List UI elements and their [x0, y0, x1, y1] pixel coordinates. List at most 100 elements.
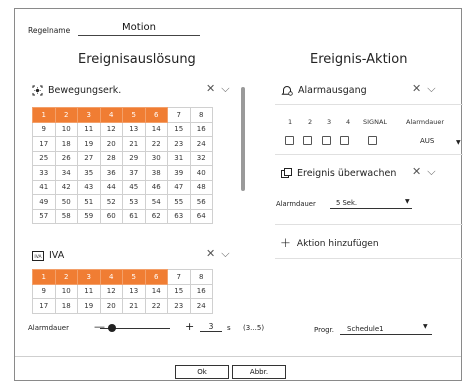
motion-channel-12[interactable]: 12 [99, 121, 123, 137]
iva-channel-18[interactable]: 18 [54, 298, 78, 314]
motion-channel-59[interactable]: 59 [77, 208, 101, 224]
motion-channel-56[interactable]: 56 [189, 194, 213, 210]
motion-channel-7[interactable]: 7 [167, 107, 191, 123]
motion-channel-14[interactable]: 14 [144, 121, 168, 137]
motion-channel-27[interactable]: 27 [77, 150, 101, 166]
motion-channel-63[interactable]: 63 [167, 208, 191, 224]
motion-channel-4[interactable]: 4 [99, 107, 123, 123]
motion-channel-18[interactable]: 18 [54, 136, 78, 152]
motion-channel-38[interactable]: 38 [144, 165, 168, 181]
motion-channel-43[interactable]: 43 [77, 179, 101, 195]
motion-channel-30[interactable]: 30 [144, 150, 168, 166]
iva-channel-6[interactable]: 6 [144, 269, 168, 285]
iva-channel-11[interactable]: 11 [77, 283, 101, 299]
motion-channel-37[interactable]: 37 [122, 165, 146, 181]
motion-channel-58[interactable]: 58 [54, 208, 78, 224]
motion-channel-23[interactable]: 23 [167, 136, 191, 152]
slider-knob[interactable] [108, 324, 116, 332]
motion-channel-50[interactable]: 50 [54, 194, 78, 210]
chevron-down-icon[interactable]: ⌵ [221, 247, 235, 260]
motion-channel-5[interactable]: 5 [122, 107, 146, 123]
motion-channel-46[interactable]: 46 [144, 179, 168, 195]
motion-channel-36[interactable]: 36 [99, 165, 123, 181]
close-icon[interactable]: ✕ [206, 247, 221, 260]
motion-channel-41[interactable]: 41 [32, 179, 56, 195]
add-action-button[interactable]: + Aktion hinzufügen [280, 236, 379, 251]
motion-channel-29[interactable]: 29 [122, 150, 146, 166]
iva-channel-14[interactable]: 14 [144, 283, 168, 299]
iva-channel-3[interactable]: 3 [77, 269, 101, 285]
motion-channel-62[interactable]: 62 [144, 208, 168, 224]
motion-channel-22[interactable]: 22 [144, 136, 168, 152]
iva-channel-2[interactable]: 2 [54, 269, 78, 285]
iva-channel-22[interactable]: 22 [144, 298, 168, 314]
iva-channel-4[interactable]: 4 [99, 269, 123, 285]
motion-channel-52[interactable]: 52 [99, 194, 123, 210]
motion-channel-57[interactable]: 57 [32, 208, 56, 224]
motion-channel-48[interactable]: 48 [189, 179, 213, 195]
monitor-duration-select[interactable]: 5 Sek. [330, 196, 412, 209]
motion-channel-17[interactable]: 17 [32, 136, 56, 152]
motion-channel-9[interactable]: 9 [32, 121, 56, 137]
iva-channel-7[interactable]: 7 [167, 269, 191, 285]
motion-channel-54[interactable]: 54 [144, 194, 168, 210]
motion-channel-35[interactable]: 35 [77, 165, 101, 181]
motion-channel-21[interactable]: 21 [122, 136, 146, 152]
motion-channel-8[interactable]: 8 [189, 107, 213, 123]
iva-channel-13[interactable]: 13 [122, 283, 146, 299]
close-icon[interactable]: ✕ [206, 82, 221, 95]
motion-channel-6[interactable]: 6 [144, 107, 168, 123]
motion-channel-60[interactable]: 60 [99, 208, 123, 224]
iva-channel-16[interactable]: 16 [189, 283, 213, 299]
program-select[interactable]: Schedule1 [340, 322, 432, 335]
trigger-list[interactable]: Bewegungserk. ✕⌵ 1 2 3 4 5 6 7 8 9 10 11 12 13 14 15 16… [28, 77, 248, 320]
motion-channel-1[interactable]: 1 [32, 107, 56, 123]
iva-channel-1[interactable]: 1 [32, 269, 56, 285]
motion-channel-19[interactable]: 19 [77, 136, 101, 152]
chevron-down-icon[interactable]: ⌵ [221, 82, 235, 95]
motion-channel-25[interactable]: 25 [32, 150, 56, 166]
close-icon[interactable]: ✕ [412, 165, 427, 178]
motion-channel-34[interactable]: 34 [54, 165, 78, 181]
iva-channel-20[interactable]: 20 [99, 298, 123, 314]
motion-channel-3[interactable]: 3 [77, 107, 101, 123]
iva-channel-24[interactable]: 24 [189, 298, 213, 314]
motion-channel-15[interactable]: 15 [167, 121, 191, 137]
motion-channel-33[interactable]: 33 [32, 165, 56, 181]
motion-channel-32[interactable]: 32 [189, 150, 213, 166]
chevron-down-icon[interactable]: ▼ [423, 323, 428, 330]
ok-button[interactable]: Ok [175, 365, 229, 379]
motion-channel-26[interactable]: 26 [54, 150, 78, 166]
chevron-down-icon[interactable]: ⌵ [427, 165, 441, 178]
motion-channel-55[interactable]: 55 [167, 194, 191, 210]
motion-channel-42[interactable]: 42 [54, 179, 78, 195]
motion-channel-20[interactable]: 20 [99, 136, 123, 152]
motion-channel-40[interactable]: 40 [189, 165, 213, 181]
alarm-out-2-checkbox[interactable] [303, 136, 312, 145]
alarm-out-4-checkbox[interactable] [340, 136, 349, 145]
iva-channel-12[interactable]: 12 [99, 283, 123, 299]
signal-checkbox[interactable] [368, 136, 377, 145]
motion-channel-24[interactable]: 24 [189, 136, 213, 152]
motion-channel-49[interactable]: 49 [32, 194, 56, 210]
chevron-down-icon[interactable]: ⌵ [427, 82, 441, 95]
motion-channel-31[interactable]: 31 [167, 150, 191, 166]
chevron-down-icon[interactable]: ▼ [405, 198, 410, 205]
alarm-out-3-checkbox[interactable] [322, 136, 331, 145]
motion-channel-61[interactable]: 61 [122, 208, 146, 224]
iva-channel-17[interactable]: 17 [32, 298, 56, 314]
motion-channel-28[interactable]: 28 [99, 150, 123, 166]
motion-channel-51[interactable]: 51 [77, 194, 101, 210]
close-icon[interactable]: ✕ [412, 82, 427, 95]
motion-channel-2[interactable]: 2 [54, 107, 78, 123]
motion-channel-53[interactable]: 53 [122, 194, 146, 210]
motion-channel-44[interactable]: 44 [99, 179, 123, 195]
motion-channel-45[interactable]: 45 [122, 179, 146, 195]
iva-channel-8[interactable]: 8 [189, 269, 213, 285]
alarm-out-duration-select[interactable]: AUS [420, 137, 434, 145]
motion-channel-10[interactable]: 10 [54, 121, 78, 137]
trigger-scrollbar[interactable] [240, 87, 246, 317]
iva-channel-23[interactable]: 23 [167, 298, 191, 314]
motion-channel-16[interactable]: 16 [189, 121, 213, 137]
iva-channel-5[interactable]: 5 [122, 269, 146, 285]
